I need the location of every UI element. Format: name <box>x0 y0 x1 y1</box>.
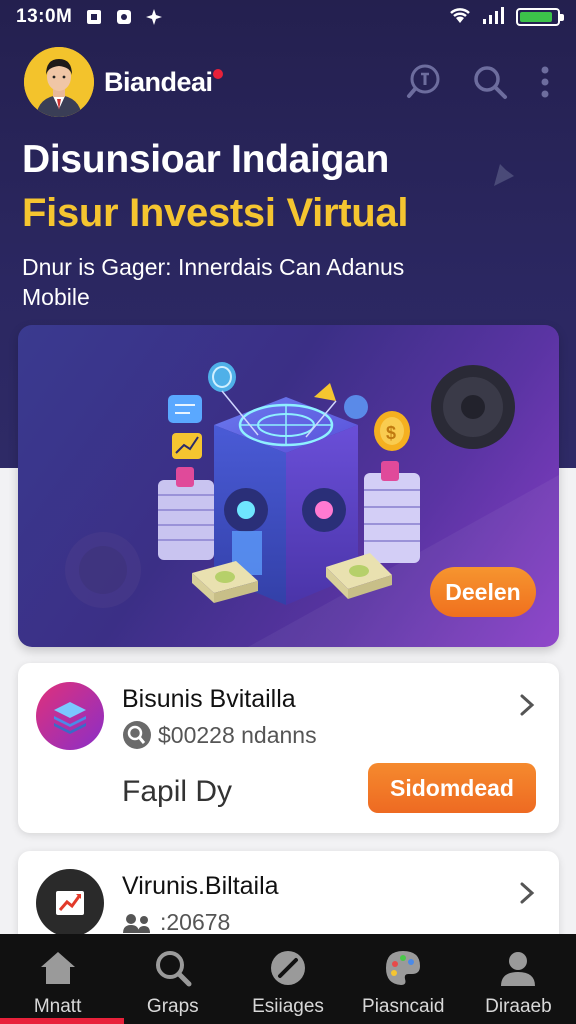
arrow-decoration-icon <box>494 144 540 186</box>
status-time: 13:0M <box>16 6 73 27</box>
card-meta: :20678 <box>122 909 230 936</box>
brand-name: Biandeai <box>104 66 223 98</box>
notification-icon <box>86 9 102 25</box>
battery-level <box>520 12 553 22</box>
search-button[interactable] <box>472 64 508 100</box>
search-icon <box>474 66 507 99</box>
sparkle-icon <box>146 9 163 25</box>
hero-description: Dnur is Gager: Innerdais Can Adanus Mobi… <box>22 254 405 310</box>
hero-subtitle: Fisur Investsi Virtual <box>22 191 409 235</box>
brand-accent-dot <box>212 68 223 79</box>
more-options-button[interactable] <box>538 64 552 100</box>
nav-label: Esiiages <box>252 996 324 1017</box>
compass-icon <box>266 946 310 990</box>
card-title: Bisunis Bvitailla <box>122 685 296 713</box>
signal-icon <box>482 6 506 29</box>
nav-label: Graps <box>146 996 199 1017</box>
investment-card[interactable]: Bisunis Bvitailla $00228 ndanns Fapil Dy… <box>18 663 559 833</box>
brand-text: Biandeai <box>104 66 213 97</box>
trend-chart-icon <box>36 869 104 937</box>
nav-item-palette[interactable]: Piasncaid <box>346 934 461 1024</box>
battery-icon <box>516 8 564 26</box>
nav-item-search[interactable]: Graps <box>115 934 230 1024</box>
status-bar: 13:0M <box>0 0 576 34</box>
palette-icon <box>381 946 425 990</box>
nav-label: Piasncaid <box>362 996 445 1017</box>
card-title: Virunis.Biltaila <box>122 872 279 900</box>
users-icon <box>123 913 150 933</box>
info-search-icon <box>407 64 440 98</box>
app-header: Biandeai <box>24 46 552 118</box>
svg-text:$: $ <box>386 423 396 443</box>
location-badge-icon <box>123 721 151 749</box>
card-meta-text: $00228 ndanns <box>158 721 317 748</box>
home-icon <box>36 946 80 990</box>
nav-item-home[interactable]: Mnatt <box>0 934 115 1024</box>
card-action-button[interactable]: Sidomdead <box>368 763 536 813</box>
nav-item-profile[interactable]: Diraaeb <box>461 934 576 1024</box>
card-meta-text: :20678 <box>160 909 231 935</box>
user-icon <box>496 946 540 990</box>
active-tab-indicator <box>0 1018 124 1024</box>
search-icon <box>151 946 195 990</box>
chevron-right-icon[interactable] <box>517 881 537 905</box>
card-footer-text: Fapil Dy <box>122 775 233 808</box>
avatar[interactable] <box>24 47 94 117</box>
gallery-icon <box>116 9 132 25</box>
layers-icon <box>36 682 104 750</box>
nav-item-explore[interactable]: Esiiages <box>230 934 345 1024</box>
info-search-button[interactable] <box>406 64 442 100</box>
promo-banner[interactable]: $ Deelen <box>18 325 559 647</box>
card-meta: $00228 ndanns <box>122 720 317 750</box>
banner-cta-button[interactable]: Deelen <box>430 567 536 617</box>
chevron-right-icon[interactable] <box>517 693 537 717</box>
hero-title: Disunsioar Indaigan <box>22 138 390 181</box>
more-vertical-icon <box>541 66 549 98</box>
nav-label: Diraaeb <box>485 996 552 1017</box>
nav-label: Mnatt <box>33 996 82 1017</box>
bottom-navigation: Mnatt Graps Esiiages Piasncaid Diraaeb <box>0 934 576 1024</box>
wifi-icon <box>448 6 472 29</box>
